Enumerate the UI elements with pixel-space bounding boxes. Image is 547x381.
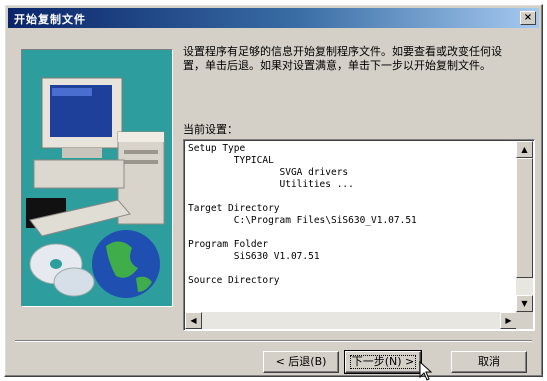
computer-globe-illustration (22, 50, 172, 306)
settings-text: Setup Type TYPICAL SVGA drivers Utilitie… (188, 143, 417, 286)
title-bar[interactable]: 开始复制文件 × (8, 8, 539, 28)
close-button[interactable]: × (520, 11, 536, 25)
current-settings-box[interactable]: Setup Type TYPICAL SVGA drivers Utilitie… (183, 139, 535, 331)
separator-line (15, 340, 532, 342)
window-title: 开始复制文件 (14, 13, 86, 26)
focus-rectangle (350, 355, 416, 369)
next-button[interactable]: 下一步(N) > (344, 350, 422, 374)
cancel-button[interactable]: 取消 (451, 351, 527, 373)
scroll-up-button[interactable]: ▲ (516, 141, 533, 158)
mouse-pointer-icon (419, 361, 433, 381)
vertical-scroll-thumb[interactable] (516, 158, 533, 278)
horizontal-scrollbar[interactable]: ◀ ▶ (185, 312, 517, 329)
scroll-right-button[interactable]: ▶ (500, 312, 517, 329)
scroll-left-button[interactable]: ◀ (185, 312, 202, 329)
scroll-down-button[interactable]: ▼ (516, 295, 533, 312)
back-button[interactable]: < 后退(B) (263, 351, 339, 373)
scrollbar-corner (516, 312, 533, 329)
current-settings-label: 当前设置： (183, 123, 238, 136)
intro-text: 设置程序有足够的信息开始复制程序文件。如要查看或改变任何设置，单击后退。如果对设… (183, 45, 502, 72)
setup-dialog: 开始复制文件 × 设置程序有足够的信息开始复制程序文件。如要查看或改变任何设置，… (4, 4, 543, 381)
setup-illustration (21, 49, 173, 307)
vertical-scrollbar[interactable]: ▲ ▼ (516, 141, 533, 312)
